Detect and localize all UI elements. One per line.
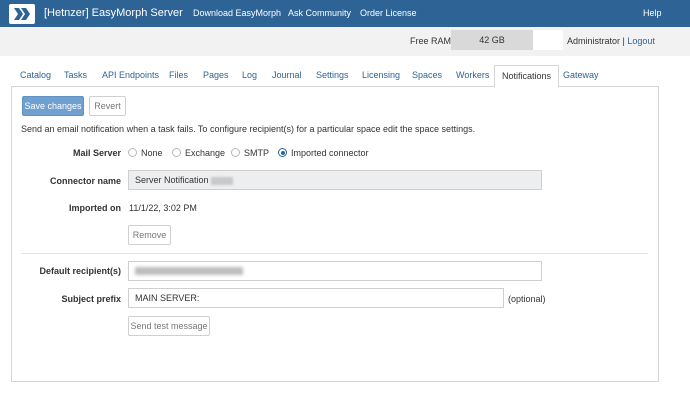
nav-download-easymorph[interactable]: Download EasyMorph (193, 8, 281, 18)
radio-imported-connector-label: Imported connector (291, 148, 369, 158)
tab-log[interactable]: Log (242, 65, 257, 87)
logout-link[interactable]: Logout (627, 36, 655, 46)
ram-bar-remainder (533, 30, 563, 50)
tab-spaces[interactable]: Spaces (412, 65, 442, 87)
free-ram-label: Free RAM (410, 36, 452, 46)
redacted-mark (210, 176, 233, 185)
revert-button[interactable]: Revert (89, 96, 126, 116)
nav-help[interactable]: Help (643, 8, 662, 18)
send-test-message-button[interactable]: Send test message (128, 316, 210, 336)
tab-catalog[interactable]: Catalog (20, 65, 51, 87)
remove-connector-button[interactable]: Remove (128, 225, 171, 245)
tab-files[interactable]: Files (169, 65, 188, 87)
radio-smtp-label: SMTP (244, 148, 270, 158)
tab-notifications[interactable]: Notifications (494, 65, 560, 88)
easymorph-logo-icon[interactable] (9, 4, 35, 24)
default-recipient-input[interactable] (128, 261, 542, 281)
tab-pages[interactable]: Pages (203, 65, 229, 87)
imported-on-value: 11/1/22, 3:02 PM (129, 203, 197, 213)
connector-name-label: Connector name (49, 176, 121, 186)
server-brand-title[interactable]: [Hetnzer] EasyMorph Server (44, 7, 183, 19)
user-info: Administrator | Logout (567, 36, 655, 46)
mail-server-label: Mail Server (72, 148, 121, 158)
radio-imported-connector[interactable] (278, 148, 287, 157)
save-changes-button[interactable]: Save changes (22, 96, 84, 116)
tab-workers[interactable]: Workers (456, 65, 489, 87)
connector-name-value: Server Notification (135, 175, 209, 185)
radio-smtp[interactable] (231, 148, 240, 157)
subject-prefix-label: Subject prefix (61, 294, 121, 304)
free-ram-value: 42 GB (451, 30, 533, 50)
radio-exchange-label: Exchange (185, 148, 226, 158)
notification-description: Send an email notification when a task f… (21, 124, 476, 134)
top-navbar: [Hetnzer] EasyMorph Server Download Easy… (0, 0, 690, 27)
settings-tabs: Catalog Tasks API Endpoints Files Pages … (11, 65, 659, 88)
tab-settings[interactable]: Settings (316, 65, 349, 87)
connector-name-field: Server Notification (128, 170, 542, 190)
tab-journal[interactable]: Journal (272, 65, 302, 87)
radio-exchange[interactable] (172, 148, 181, 157)
user-separator: | (622, 36, 625, 46)
tab-licensing[interactable]: Licensing (362, 65, 400, 87)
status-bar: Free RAM 42 GB Administrator | Logout (0, 27, 690, 56)
radio-none[interactable] (128, 148, 137, 157)
tab-gateway[interactable]: Gateway (563, 65, 599, 87)
subject-prefix-input[interactable]: MAIN SERVER: (128, 288, 504, 308)
redacted-email (135, 266, 243, 275)
imported-on-label: Imported on (69, 203, 121, 213)
section-divider (21, 253, 648, 254)
radio-none-label: None (141, 148, 163, 158)
nav-order-license[interactable]: Order License (360, 8, 417, 18)
tab-tasks[interactable]: Tasks (64, 65, 87, 87)
username: Administrator (567, 36, 621, 46)
nav-ask-community[interactable]: Ask Community (288, 8, 351, 18)
tab-api-endpoints[interactable]: API Endpoints (102, 65, 159, 87)
subject-prefix-optional-hint: (optional) (508, 294, 546, 304)
default-recipient-label: Default recipient(s) (39, 266, 121, 276)
